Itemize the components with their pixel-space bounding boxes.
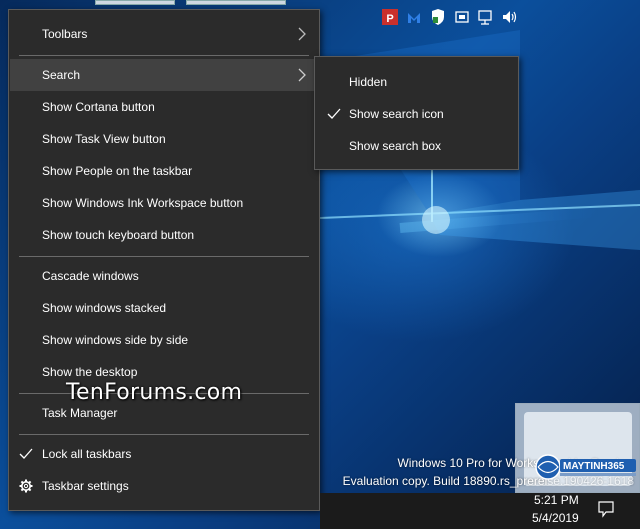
clock-time[interactable]: 5:21 PM bbox=[534, 493, 579, 507]
taskbar bbox=[320, 493, 640, 529]
svg-text:MAYTINH365: MAYTINH365 bbox=[563, 461, 625, 472]
submenu-item-show-search-icon[interactable]: Show search icon bbox=[316, 97, 517, 129]
network-icon[interactable] bbox=[478, 8, 494, 26]
checkmark-icon bbox=[327, 108, 341, 119]
menu-item-show-people[interactable]: Show People on the taskbar bbox=[10, 155, 318, 187]
menu-item-show-windows-side-by-side[interactable]: Show windows side by side bbox=[10, 324, 318, 356]
taskbar-context-menu: Toolbars Search Show Cortana button Show… bbox=[8, 9, 320, 511]
menu-item-taskbar-settings[interactable]: Taskbar settings bbox=[10, 470, 318, 502]
chevron-right-icon bbox=[298, 27, 306, 41]
window-thumbnail bbox=[95, 0, 175, 5]
shield-icon[interactable] bbox=[430, 8, 446, 26]
menu-item-toolbars[interactable]: Toolbars bbox=[10, 18, 318, 50]
window-thumbnail bbox=[186, 0, 286, 5]
menu-item-show-task-view-button[interactable]: Show Task View button bbox=[10, 123, 318, 155]
menu-item-show-cortana-button[interactable]: Show Cortana button bbox=[10, 91, 318, 123]
menu-item-show-touch-keyboard[interactable]: Show touch keyboard button bbox=[10, 219, 318, 251]
pdf-app-icon[interactable]: P bbox=[382, 8, 398, 26]
menu-separator bbox=[19, 55, 309, 56]
menu-item-search[interactable]: Search bbox=[10, 59, 318, 91]
submenu-item-hidden[interactable]: Hidden bbox=[316, 65, 517, 97]
checkmark-icon bbox=[19, 448, 33, 459]
menu-separator bbox=[19, 434, 309, 435]
menu-separator bbox=[19, 256, 309, 257]
menu-item-show-ink-workspace[interactable]: Show Windows Ink Workspace button bbox=[10, 187, 318, 219]
watermark: TenForums.com bbox=[66, 380, 243, 405]
menu-item-show-windows-stacked[interactable]: Show windows stacked bbox=[10, 292, 318, 324]
chevron-right-icon bbox=[298, 68, 306, 82]
clock-date[interactable]: 5/4/2019 bbox=[532, 511, 579, 525]
search-submenu: Hidden Show search icon Show search box bbox=[314, 56, 519, 170]
malwarebytes-icon[interactable] bbox=[406, 8, 422, 26]
menu-item-lock-all-taskbars[interactable]: Lock all taskbars bbox=[10, 438, 318, 470]
action-center-icon[interactable] bbox=[598, 500, 614, 518]
volume-icon[interactable] bbox=[502, 8, 518, 26]
submenu-item-show-search-box[interactable]: Show search box bbox=[316, 129, 517, 161]
usb-drive-icon[interactable] bbox=[454, 8, 470, 26]
gear-icon bbox=[19, 479, 33, 493]
menu-item-cascade-windows[interactable]: Cascade windows bbox=[10, 260, 318, 292]
maytinh365-logo: MAYTINH365 bbox=[535, 454, 636, 480]
svg-text:P: P bbox=[386, 13, 393, 25]
